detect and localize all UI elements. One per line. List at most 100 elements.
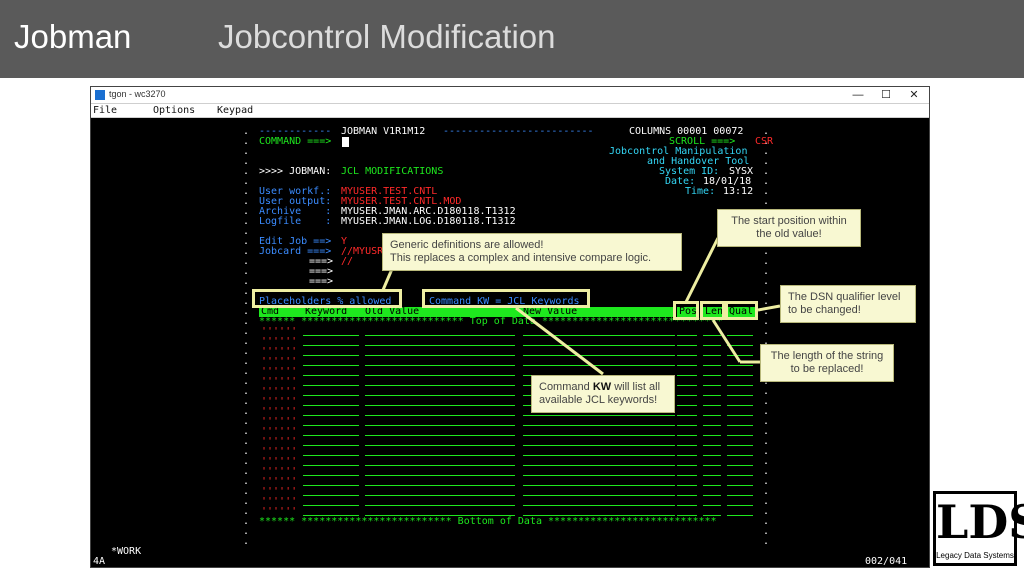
row-input-field[interactable] [677,415,697,416]
row-input-field[interactable] [523,475,675,476]
row-input-field[interactable] [365,375,515,376]
row-input-field[interactable] [303,365,359,366]
row-input-field[interactable] [703,345,721,346]
row-input-field[interactable] [365,485,515,486]
row-input-field[interactable] [523,345,675,346]
row-input-field[interactable] [727,375,753,376]
row-input-field[interactable] [303,345,359,346]
row-input-field[interactable] [523,425,675,426]
jobcard-cont1-value[interactable]: // [341,257,353,267]
row-input-field[interactable] [703,415,721,416]
row-input-field[interactable] [727,435,753,436]
row-input-field[interactable] [677,355,697,356]
row-input-field[interactable] [727,425,753,426]
row-input-field[interactable] [677,335,697,336]
row-input-field[interactable] [727,495,753,496]
row-input-field[interactable] [523,445,675,446]
row-input-field[interactable] [365,435,515,436]
row-input-field[interactable] [703,435,721,436]
row-input-field[interactable] [303,445,359,446]
row-input-field[interactable] [677,395,697,396]
row-input-field[interactable] [303,435,359,436]
row-input-field[interactable] [523,495,675,496]
row-input-field[interactable] [677,345,697,346]
row-input-field[interactable] [303,375,359,376]
row-input-field[interactable] [523,505,675,506]
row-input-field[interactable] [365,335,515,336]
row-input-field[interactable] [303,475,359,476]
row-input-field[interactable] [677,435,697,436]
row-input-field[interactable] [677,475,697,476]
row-input-field[interactable] [365,345,515,346]
row-input-field[interactable] [727,385,753,386]
row-input-field[interactable] [365,455,515,456]
row-input-field[interactable] [727,465,753,466]
row-input-field[interactable] [703,405,721,406]
row-input-field[interactable] [703,425,721,426]
row-input-field[interactable] [727,365,753,366]
menu-item-keypad[interactable]: Keypad [217,104,253,118]
row-input-field[interactable] [303,505,359,506]
row-input-field[interactable] [703,445,721,446]
row-input-field[interactable] [677,425,697,426]
row-input-field[interactable] [703,485,721,486]
row-input-field[interactable] [365,415,515,416]
row-input-field[interactable] [703,465,721,466]
row-input-field[interactable] [677,375,697,376]
row-input-field[interactable] [365,405,515,406]
row-input-field[interactable] [365,385,515,386]
row-input-field[interactable] [523,455,675,456]
row-input-field[interactable] [727,505,753,506]
row-input-field[interactable] [703,365,721,366]
row-input-field[interactable] [677,405,697,406]
row-input-field[interactable] [727,405,753,406]
row-input-field[interactable] [703,385,721,386]
row-input-field[interactable] [703,395,721,396]
row-input-field[interactable] [677,365,697,366]
row-input-field[interactable] [727,355,753,356]
row-input-field[interactable] [677,495,697,496]
row-input-field[interactable] [703,335,721,336]
row-input-field[interactable] [303,385,359,386]
row-input-field[interactable] [703,355,721,356]
row-input-field[interactable] [365,395,515,396]
row-input-field[interactable] [727,515,753,516]
row-input-field[interactable] [677,445,697,446]
row-input-field[interactable] [365,505,515,506]
menu-item-options[interactable]: Options [153,104,195,118]
row-input-field[interactable] [303,495,359,496]
row-input-field[interactable] [523,485,675,486]
row-input-field[interactable] [303,455,359,456]
row-input-field[interactable] [703,475,721,476]
row-input-field[interactable] [303,425,359,426]
menu-item-file[interactable]: File [93,104,117,118]
row-input-field[interactable] [303,415,359,416]
row-input-field[interactable] [303,465,359,466]
row-input-field[interactable] [303,335,359,336]
row-input-field[interactable] [703,495,721,496]
row-input-field[interactable] [365,475,515,476]
row-input-field[interactable] [727,345,753,346]
row-input-field[interactable] [677,385,697,386]
row-input-field[interactable] [365,495,515,496]
row-input-field[interactable] [703,505,721,506]
row-input-field[interactable] [523,415,675,416]
row-input-field[interactable] [523,355,675,356]
row-input-field[interactable] [523,435,675,436]
row-input-field[interactable] [677,485,697,486]
row-input-field[interactable] [365,425,515,426]
row-input-field[interactable] [523,335,675,336]
row-input-field[interactable] [365,355,515,356]
row-input-field[interactable] [523,465,675,466]
command-input-cursor[interactable] [342,137,349,147]
row-input-field[interactable] [727,475,753,476]
row-input-field[interactable] [365,465,515,466]
row-input-field[interactable] [303,355,359,356]
row-input-field[interactable] [727,485,753,486]
row-input-field[interactable] [727,415,753,416]
row-input-field[interactable] [677,465,697,466]
row-input-field[interactable] [365,365,515,366]
close-button[interactable]: ✕ [897,87,929,103]
row-input-field[interactable] [727,445,753,446]
row-input-field[interactable] [727,335,753,336]
